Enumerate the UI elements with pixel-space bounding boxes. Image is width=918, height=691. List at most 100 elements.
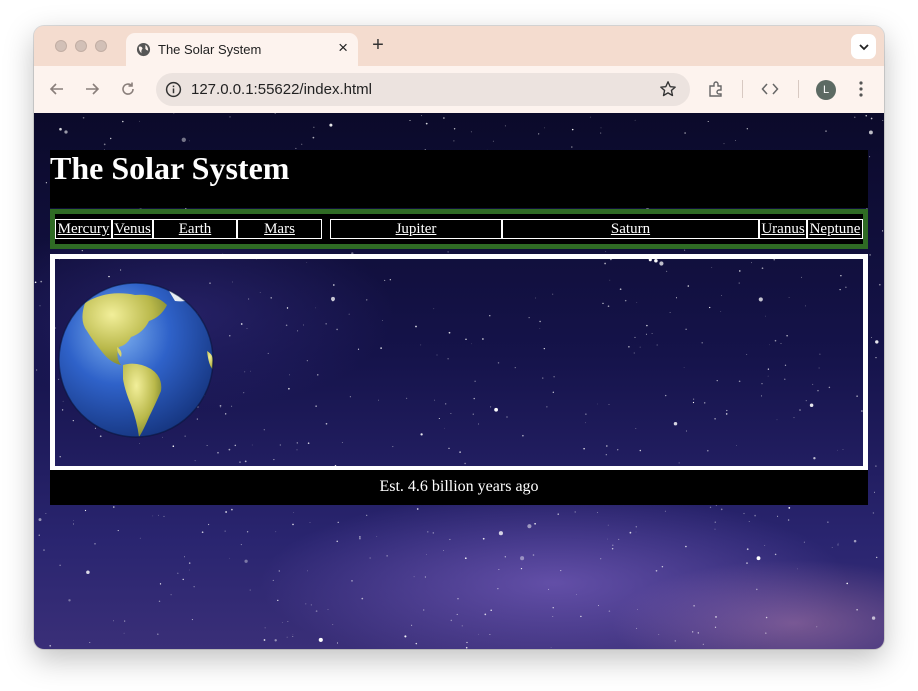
star-dot	[450, 619, 453, 622]
star-dot	[714, 521, 717, 523]
back-arrow-icon[interactable]	[46, 78, 68, 100]
star-dot	[520, 567, 523, 570]
star-dot	[550, 647, 552, 649]
nav-link-jupiter[interactable]: Jupiter	[330, 219, 502, 239]
star-dot	[423, 609, 425, 611]
site-info-icon[interactable]	[165, 81, 182, 98]
planet-nav-links: Mercury Venus Earth Mars Jupiter Saturn …	[55, 219, 863, 239]
star-dot	[600, 558, 602, 560]
tab-search-button[interactable]	[851, 34, 876, 59]
star-dot	[532, 554, 535, 556]
star-dot	[109, 137, 112, 140]
star-dot	[117, 530, 119, 532]
close-window-button[interactable]	[55, 40, 67, 52]
star-dot	[605, 250, 607, 252]
star-dot	[534, 523, 536, 525]
earth-globe-icon	[58, 282, 214, 438]
star-dot	[177, 572, 179, 574]
star-dot	[73, 523, 74, 525]
star-dot	[600, 132, 602, 134]
star-dot	[193, 586, 195, 588]
close-icon[interactable]: ×	[338, 39, 348, 57]
star-dot	[544, 127, 546, 129]
more-vert-icon[interactable]	[851, 79, 871, 99]
reload-icon[interactable]	[117, 78, 139, 100]
page-header: The Solar System	[50, 150, 868, 208]
star-dot	[263, 639, 266, 641]
star-dot	[607, 524, 609, 526]
star-dot	[327, 609, 329, 611]
star-dot	[59, 127, 62, 131]
star-dot	[359, 537, 361, 540]
star-dot	[103, 143, 106, 146]
nav-link-uranus[interactable]: Uranus	[759, 219, 807, 239]
code-icon[interactable]	[760, 79, 780, 99]
star-dot	[702, 643, 704, 645]
forward-arrow-icon[interactable]	[81, 78, 103, 100]
star-dot	[629, 531, 632, 534]
address-bar[interactable]: 127.0.0.1:55622/index.html	[156, 73, 690, 106]
star-dot	[714, 626, 717, 628]
star-dot	[359, 536, 361, 538]
star-dot	[456, 613, 458, 615]
star-dot	[293, 511, 295, 513]
star-dot	[803, 541, 805, 543]
star-dot	[38, 534, 40, 536]
bookmark-star-icon[interactable]	[659, 80, 677, 98]
star-dot	[504, 125, 506, 127]
star-dot	[424, 576, 426, 578]
star-dot	[777, 515, 779, 517]
star-dot	[287, 621, 289, 622]
star-dot	[612, 544, 614, 546]
star-dot	[425, 122, 428, 125]
star-dot	[426, 554, 427, 555]
star-dot	[837, 544, 839, 546]
page-viewport: The Solar System Mercury Venus Earth Mar…	[34, 113, 884, 649]
star-dot	[225, 511, 227, 513]
star-dot	[409, 119, 411, 122]
star-dot	[301, 143, 303, 145]
maximize-window-button[interactable]	[95, 40, 107, 52]
star-dot	[484, 613, 487, 616]
star-dot	[246, 531, 249, 533]
nav-link-mercury[interactable]: Mercury	[55, 219, 112, 239]
star-dot	[746, 562, 748, 564]
star-dot	[366, 514, 368, 516]
star-dot	[611, 547, 614, 550]
star-dot	[139, 120, 141, 122]
nav-link-mars[interactable]: Mars	[237, 219, 322, 239]
star-dot	[231, 508, 233, 511]
browser-tab[interactable]: The Solar System ×	[126, 33, 358, 66]
star-dot	[86, 570, 90, 574]
plus-icon[interactable]: +	[368, 34, 388, 57]
profile-avatar[interactable]: L	[816, 80, 836, 100]
star-dot	[464, 557, 467, 560]
star-dot	[413, 576, 415, 578]
star-dot	[240, 544, 242, 546]
star-dot	[453, 140, 455, 142]
star-dot	[869, 156, 871, 158]
star-dot	[264, 627, 266, 629]
star-dot	[443, 117, 445, 119]
nav-link-saturn[interactable]: Saturn	[502, 219, 759, 239]
star-dot	[765, 616, 768, 619]
star-dot	[635, 531, 637, 533]
nav-link-neptune[interactable]: Neptune	[807, 219, 863, 239]
minimize-window-button[interactable]	[75, 40, 87, 52]
nav-link-venus[interactable]: Venus	[112, 219, 153, 239]
star-dot	[871, 616, 876, 620]
url-text: 127.0.0.1:55622/index.html	[191, 81, 372, 98]
star-dot	[329, 123, 333, 127]
image-frame	[50, 254, 868, 471]
star-dot	[312, 136, 315, 139]
extensions-icon[interactable]	[706, 79, 726, 99]
star-dot	[281, 621, 283, 623]
browser-toolbar: 127.0.0.1:55622/index.html L	[34, 66, 884, 113]
star-dot	[878, 283, 881, 286]
star-dot	[574, 511, 576, 513]
star-dot	[43, 549, 45, 551]
nav-link-earth[interactable]: Earth	[153, 219, 237, 239]
star-dot	[152, 515, 154, 517]
star-dot	[664, 510, 666, 512]
star-dot	[201, 531, 204, 534]
